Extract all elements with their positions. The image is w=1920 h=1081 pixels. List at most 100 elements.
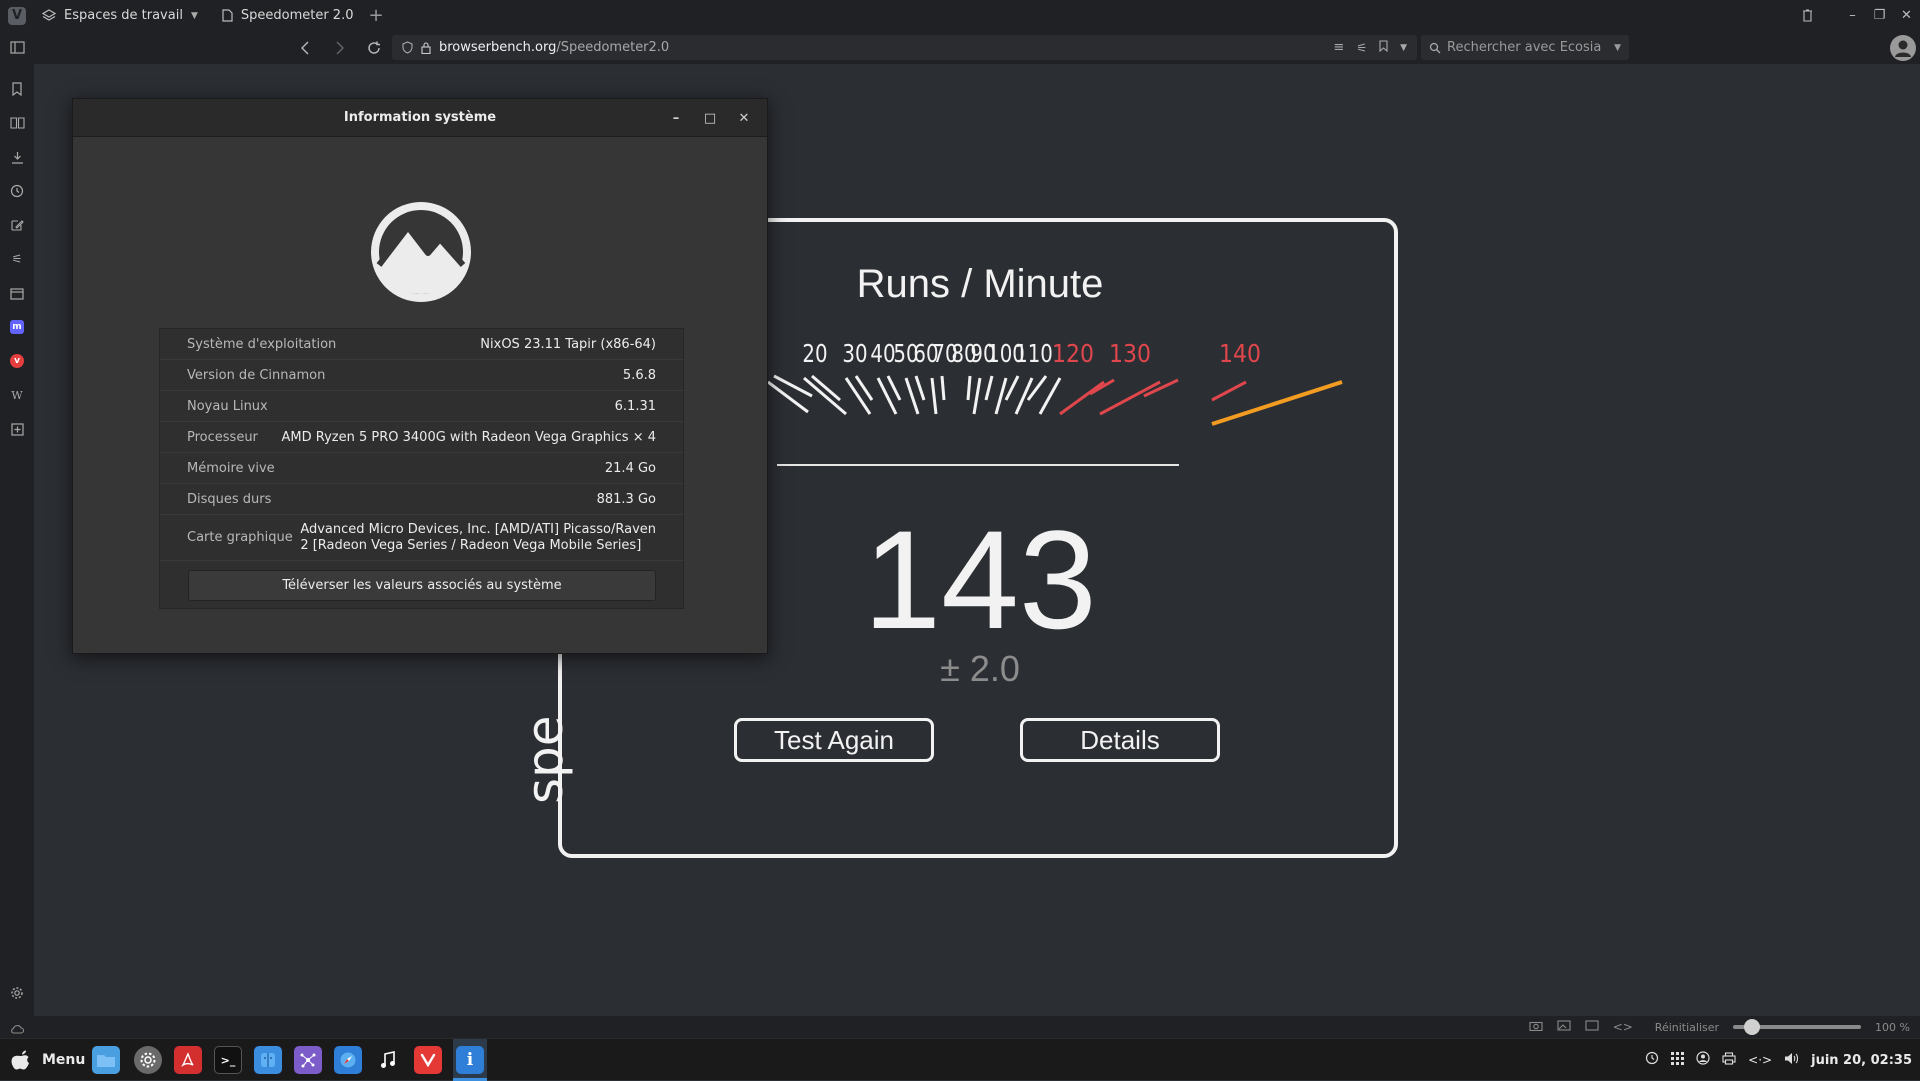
gauge-tick	[940, 375, 946, 401]
tab-speedometer[interactable]: Speedometer 2.0	[210, 0, 380, 31]
vivaldi-app-icon[interactable]	[414, 1046, 442, 1074]
settings-gear-icon[interactable]	[8, 984, 26, 1002]
gauge-tick	[930, 377, 938, 415]
zoom-slider-knob[interactable]	[1744, 1019, 1761, 1035]
page-icon	[222, 9, 233, 22]
maximize-button[interactable]: ❐	[1866, 0, 1893, 31]
maximize-button[interactable]: □	[693, 99, 727, 137]
system-info-value: 21.4 Go	[604, 460, 656, 476]
vivaldi-web-panel-icon[interactable]: v	[8, 352, 26, 370]
system-info-key: Noyau Linux	[187, 398, 268, 414]
taskbar: Menu >_ i <·> juin 20, 02:35	[0, 1038, 1920, 1081]
profile-avatar[interactable]	[1890, 35, 1916, 61]
navigation-bar: browserbench.org/Speedometer2.0 ≡ ⚟ ▼ Re…	[0, 31, 1920, 64]
reload-icon	[368, 41, 380, 54]
cloud-sync-icon[interactable]	[10, 1020, 25, 1039]
forward-button[interactable]	[323, 31, 357, 64]
bookmarks-panel-icon[interactable]	[8, 80, 26, 98]
camera-icon[interactable]	[1529, 1020, 1543, 1034]
bookmark-icon[interactable]	[1379, 39, 1388, 56]
search-bar[interactable]: Rechercher avec Ecosia ▼	[1421, 35, 1629, 60]
test-again-button[interactable]: Test Again	[734, 718, 934, 762]
gauge-tick-red	[1059, 380, 1105, 416]
back-button[interactable]	[288, 31, 322, 64]
user-account-icon[interactable]	[1696, 1051, 1710, 1069]
reload-button[interactable]	[357, 31, 391, 64]
reader-view-icon[interactable]: ≡	[1333, 40, 1344, 55]
close-button[interactable]: ✕	[727, 99, 761, 137]
vivaldi-menu-button[interactable]: V	[0, 0, 34, 31]
add-panel-icon[interactable]	[8, 420, 26, 438]
pdf-reader-app-icon[interactable]	[174, 1046, 202, 1074]
workspaces-button[interactable]: Espaces de travail ▼	[34, 0, 206, 31]
system-info-titlebar: Information système – □ ✕	[73, 99, 767, 137]
zoom-reset-label[interactable]: Réinitialiser	[1655, 1021, 1719, 1034]
url-host: browserbench.org	[439, 40, 557, 55]
apps-grid-icon[interactable]	[1671, 1051, 1685, 1069]
address-bar[interactable]: browserbench.org/Speedometer2.0 ≡ ⚟ ▼	[392, 35, 1417, 60]
close-button[interactable]: ✕	[1893, 0, 1920, 31]
zoom-slider[interactable]	[1733, 1019, 1862, 1035]
minimize-button[interactable]: –	[659, 99, 693, 137]
downloads-icon[interactable]	[8, 148, 26, 166]
user-icon	[1895, 40, 1911, 57]
panel-toggle-button[interactable]	[0, 31, 34, 64]
menu-button[interactable]: Menu	[10, 1039, 85, 1081]
system-info-row: Version de Cinnamon 5.6.8	[160, 360, 683, 391]
settings-app-icon[interactable]	[134, 1046, 162, 1074]
tab-title: Speedometer 2.0	[240, 8, 354, 23]
chevron-down-icon: ▼	[1614, 42, 1621, 53]
gauge-tick	[984, 375, 994, 401]
chevron-down-icon[interactable]: ▼	[1400, 43, 1407, 53]
trash-icon[interactable]	[1794, 0, 1821, 31]
gauge-label: 110	[1015, 339, 1053, 369]
clock-label[interactable]: juin 20, 02:35	[1811, 1053, 1912, 1068]
mastodon-icon[interactable]: m	[8, 318, 26, 336]
history-icon[interactable]	[8, 182, 26, 200]
system-info-table: Système d'exploitation NixOS 23.11 Tapir …	[159, 328, 684, 609]
network-icon[interactable]: <·>	[1748, 1053, 1772, 1067]
system-info-value: 5.6.8	[622, 367, 656, 383]
gauge-tick-red	[1211, 380, 1247, 402]
layers-icon	[42, 8, 56, 21]
translate-icon[interactable]: ⚟	[1356, 41, 1367, 55]
brand-clip: spe	[514, 654, 574, 804]
system-info-row: Mémoire vive 21.4 Go	[160, 453, 683, 484]
gauge-tick	[972, 377, 982, 415]
safari-app-icon[interactable]	[334, 1046, 362, 1074]
lock-icon	[421, 41, 431, 54]
wikipedia-icon[interactable]: W	[8, 386, 26, 404]
music-app-icon[interactable]	[374, 1046, 402, 1074]
search-placeholder: Rechercher avec Ecosia	[1447, 40, 1602, 55]
gauge-tick	[994, 377, 1008, 415]
finder-app-icon[interactable]	[254, 1046, 282, 1074]
page-actions-icon[interactable]: <>	[1613, 1020, 1633, 1034]
reading-list-icon[interactable]	[8, 114, 26, 132]
gauge-label: 20	[802, 339, 827, 369]
clock-icon[interactable]	[1645, 1051, 1659, 1069]
cinnamon-logo-icon	[371, 202, 471, 302]
image-toggle-icon[interactable]	[1557, 1020, 1571, 1034]
gauge-tick	[914, 375, 926, 401]
page-tiling-icon[interactable]	[1585, 1020, 1599, 1034]
system-info-row: Carte graphique Advanced Micro Devices, I…	[160, 515, 683, 561]
gauge-label: 30	[842, 339, 867, 369]
calendar-icon[interactable]	[8, 284, 26, 302]
vivaldi-logo-icon: V	[8, 6, 26, 25]
upload-system-info-button[interactable]: Téléverser les valeurs associés au systè…	[188, 570, 656, 601]
translate-panel-icon[interactable]: ⚟	[8, 250, 26, 268]
volume-icon[interactable]	[1784, 1052, 1799, 1069]
sidebar-icon	[9, 41, 25, 54]
network-app-icon[interactable]	[294, 1046, 322, 1074]
system-info-row: Système d'exploitation NixOS 23.11 Tapir …	[160, 329, 683, 360]
gauge-tick	[767, 380, 809, 414]
new-tab-button[interactable]: +	[366, 0, 386, 31]
printer-icon[interactable]	[1722, 1051, 1736, 1069]
details-button[interactable]: Details	[1020, 718, 1220, 762]
files-app-icon[interactable]	[92, 1046, 120, 1074]
runs-per-minute-title: Runs / Minute	[856, 262, 1104, 306]
terminal-app-icon[interactable]: >_	[214, 1046, 242, 1074]
system-info-app-icon[interactable]: i	[456, 1046, 484, 1074]
notes-icon[interactable]	[8, 216, 26, 234]
minimize-button[interactable]: –	[1839, 0, 1866, 31]
